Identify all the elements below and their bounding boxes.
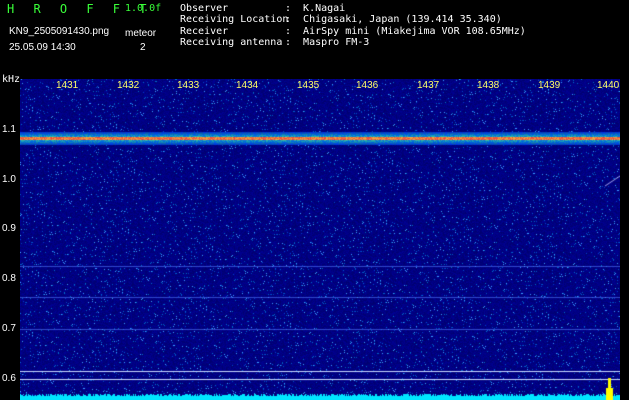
y-tick-label: 0.6 bbox=[2, 373, 16, 384]
x-tick-label: 1438 bbox=[477, 80, 500, 91]
y-tick-label: 0.9 bbox=[2, 223, 16, 234]
y-tick-label: 0.7 bbox=[2, 323, 16, 334]
x-tick-label: 1439 bbox=[538, 80, 561, 91]
meteor-label: meteor bbox=[125, 28, 157, 39]
hrofft-window: H R O F F T 1.0.0f KN9_2505091430.png me… bbox=[0, 0, 629, 400]
y-axis-unit: kHz bbox=[2, 74, 21, 85]
y-tick-label: 1.0 bbox=[2, 174, 16, 185]
x-tick-label: 1434 bbox=[236, 80, 259, 91]
y-tick-label: 0.8 bbox=[2, 273, 16, 284]
filename-label: KN9_2505091430.png bbox=[9, 26, 110, 37]
x-tick-label: 1431 bbox=[56, 80, 79, 91]
y-tick-label: 1.1 bbox=[2, 124, 16, 135]
x-tick-label: 1435 bbox=[297, 80, 320, 91]
location-label: Receiving Location bbox=[180, 14, 289, 25]
x-tick-label: 1433 bbox=[177, 80, 200, 91]
x-tick-label: 1436 bbox=[356, 80, 379, 91]
receiver-value: : AirSpy mini (Miakejima VOR 108.65MHz) bbox=[285, 26, 526, 37]
x-tick-label: 1440 bbox=[597, 80, 620, 91]
x-tick-label: 1437 bbox=[417, 80, 440, 91]
version-label: 1.0.0f bbox=[125, 3, 162, 14]
waterfall-spectrogram bbox=[20, 79, 620, 400]
antenna-value: : Maspro FM-3 bbox=[285, 37, 370, 48]
datetime-label: 25.05.09 14:30 bbox=[9, 42, 76, 53]
meteor-count: 2 bbox=[140, 42, 146, 53]
observer-label: Observer bbox=[180, 3, 229, 14]
antenna-label: Receiving antenna bbox=[180, 37, 283, 48]
x-tick-label: 1432 bbox=[117, 80, 140, 91]
receiver-label: Receiver bbox=[180, 26, 229, 37]
observer-value: : K.Nagai bbox=[285, 3, 346, 14]
location-value: : Chigasaki, Japan (139.414 35.340) bbox=[285, 14, 502, 25]
